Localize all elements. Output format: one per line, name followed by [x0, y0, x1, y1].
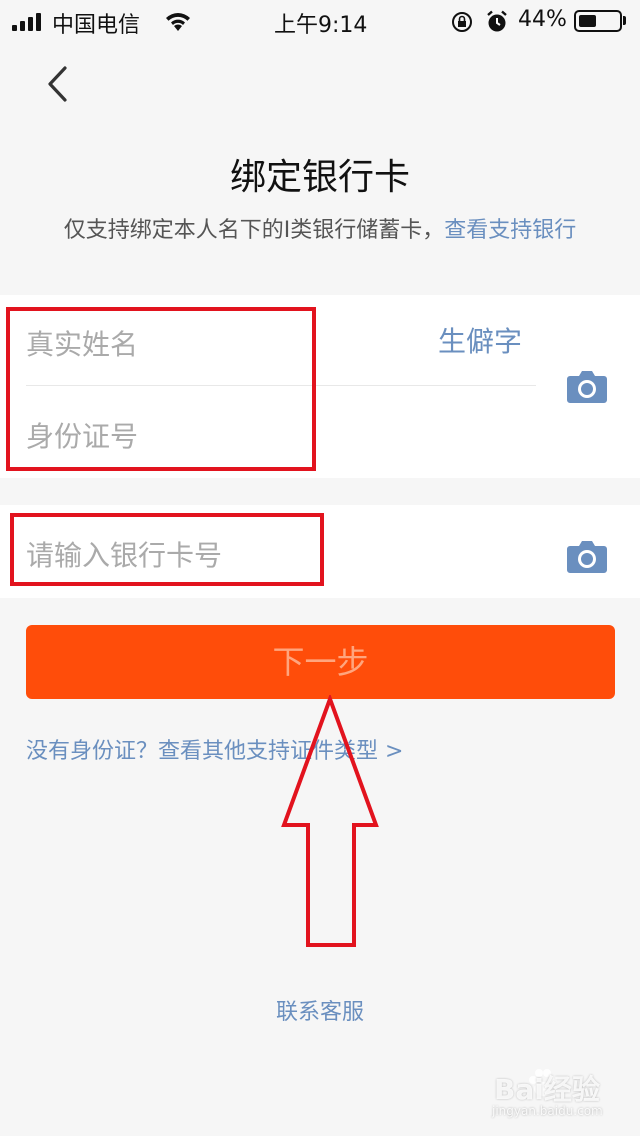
alarm-icon	[487, 10, 507, 32]
battery-tip	[623, 16, 626, 25]
subtitle-text: 仅支持绑定本人名下的I类银行储蓄卡，	[63, 218, 445, 243]
battery-percent: 44%	[518, 7, 567, 32]
time-label: 上午9:14	[274, 13, 368, 38]
contact-support-link[interactable]: 联系客服	[0, 994, 640, 1026]
watermark-text: Bai经验	[494, 1073, 600, 1106]
annotation-box-identity	[6, 307, 316, 471]
next-step-button[interactable]: 下一步	[26, 625, 615, 699]
carrier-label: 中国电信	[52, 13, 141, 38]
battery-level-fill	[579, 15, 596, 27]
watermark-sub: jingyan.baidu.com	[492, 1104, 603, 1118]
status-bar: 中国电信 上午9:14 44%	[0, 0, 640, 44]
chevron-left-icon[interactable]	[38, 62, 78, 106]
page-subtitle: 仅支持绑定本人名下的I类银行储蓄卡，查看支持银行	[0, 212, 640, 244]
supported-banks-link[interactable]: 查看支持银行	[444, 218, 576, 243]
camera-icon[interactable]	[566, 538, 608, 574]
annotation-box-card	[10, 513, 324, 586]
battery-icon	[574, 10, 622, 32]
signal-icon	[12, 13, 44, 31]
wifi-icon	[166, 13, 190, 31]
rotation-lock-icon	[452, 12, 472, 32]
page-title: 绑定银行卡	[229, 157, 410, 198]
camera-icon[interactable]	[566, 368, 608, 404]
annotation-arrow	[281, 695, 379, 947]
watermark: Bai经验 jingyan.baidu.com	[470, 1060, 630, 1126]
rare-char-button[interactable]: 生僻字	[438, 320, 522, 360]
